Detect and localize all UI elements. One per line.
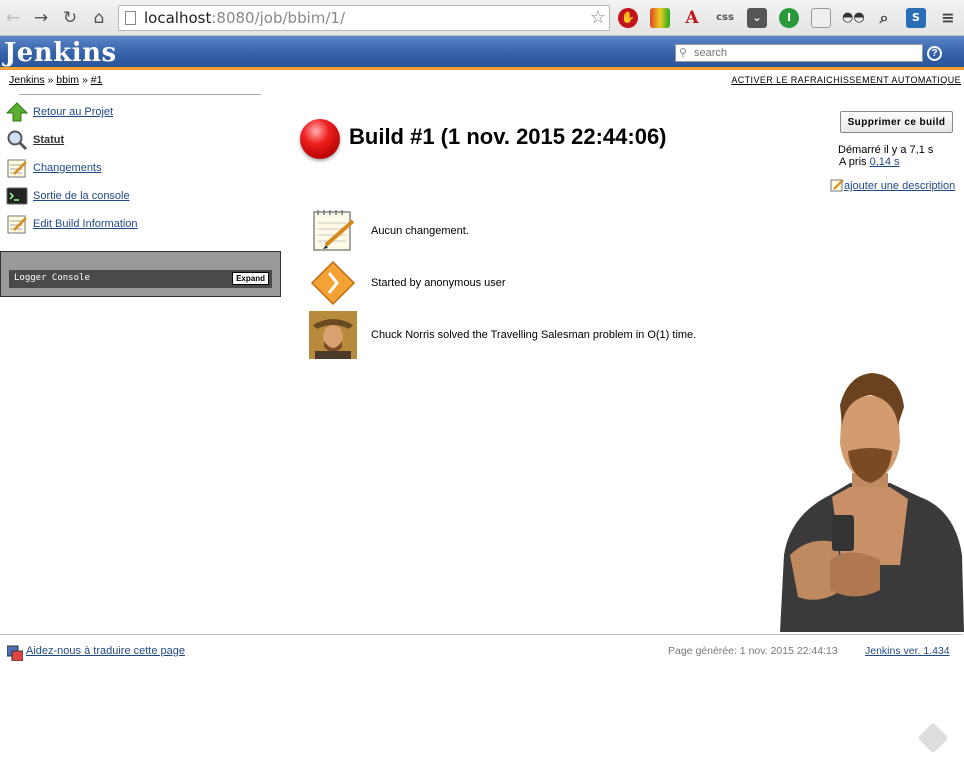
sidebar-item-label[interactable]: Changements bbox=[33, 162, 102, 174]
terminal-icon bbox=[6, 187, 28, 205]
toggle-extension-icon[interactable]: I bbox=[779, 8, 799, 28]
url-text[interactable]: localhost:8080/job/bbim/1/ bbox=[144, 9, 345, 27]
page-icon bbox=[125, 11, 136, 25]
sidebar-item-edit-build-info[interactable]: Edit Build Information bbox=[6, 213, 266, 237]
sidebar-item-label[interactable]: Statut bbox=[33, 134, 64, 146]
magnifier-icon bbox=[7, 130, 28, 151]
search-input[interactable] bbox=[694, 46, 919, 60]
color-extension-icon[interactable] bbox=[650, 8, 670, 28]
logger-console-panel: Logger Console Expand bbox=[0, 251, 281, 297]
add-description-link[interactable]: ajouter une description bbox=[844, 180, 955, 192]
notepad-icon bbox=[313, 210, 355, 251]
sidebar-item-label[interactable]: Sortie de la console bbox=[33, 190, 130, 202]
logger-console-title: Logger Console bbox=[14, 273, 90, 283]
logger-console-bar: Logger Console Expand bbox=[9, 270, 272, 288]
address-bar[interactable]: localhost:8080/job/bbim/1/ ☆ bbox=[118, 5, 610, 31]
expand-button[interactable]: Expand bbox=[232, 272, 269, 285]
chuck-portrait-icon bbox=[309, 311, 357, 359]
sidebar-item-changes[interactable]: Changements bbox=[6, 157, 266, 181]
sidebar-divider bbox=[19, 94, 261, 95]
translate-link-label[interactable]: Aidez-nous à traduire cette page bbox=[26, 645, 185, 657]
feed-icon bbox=[917, 722, 949, 754]
bookmark-star-icon[interactable]: ☆ bbox=[590, 7, 606, 28]
sidebar-item-label[interactable]: Retour au Projet bbox=[33, 106, 113, 118]
sidebar-item-console-output[interactable]: Sortie de la console bbox=[6, 185, 266, 209]
adblock-icon[interactable]: ✋ bbox=[618, 8, 638, 28]
notepad-icon bbox=[7, 159, 27, 178]
reload-icon[interactable]: ↻ bbox=[59, 7, 81, 29]
breadcrumb-build[interactable]: #1 bbox=[91, 74, 103, 86]
magnifier-extension-icon[interactable]: ⌕ bbox=[874, 8, 894, 28]
sidebar-item-status[interactable]: Statut bbox=[6, 129, 266, 153]
summary-text: Started by anonymous user bbox=[371, 277, 506, 289]
summary-text: Chuck Norris solved the Travelling Sales… bbox=[371, 329, 697, 341]
summary-item-chuck-fact: Chuck Norris solved the Travelling Sales… bbox=[309, 311, 809, 359]
help-icon[interactable]: ? bbox=[927, 46, 942, 61]
build-duration: A pris 0,14 s bbox=[839, 156, 900, 168]
cause-diamond-icon bbox=[310, 260, 356, 306]
search-box[interactable]: ⚲ bbox=[675, 44, 923, 62]
pocket-icon[interactable]: ⌄ bbox=[747, 8, 767, 28]
add-description[interactable]: ajouter une description bbox=[830, 178, 955, 192]
auto-refresh-link[interactable]: ACTIVER LE RAFRAICHISSEMENT AUTOMATIQUE bbox=[731, 75, 961, 85]
summary-item-cause: Started by anonymous user bbox=[309, 259, 809, 307]
forward-icon[interactable]: → bbox=[30, 7, 52, 29]
breadcrumb-separator: » bbox=[81, 74, 88, 86]
build-status-icon bbox=[300, 119, 340, 159]
page-generated-time: Page générée: 1 nov. 2015 22:44:13 bbox=[668, 645, 838, 657]
duration-link[interactable]: 0,14 s bbox=[870, 156, 900, 168]
up-arrow-icon bbox=[6, 102, 28, 122]
breadcrumb-jenkins[interactable]: Jenkins bbox=[9, 74, 45, 86]
translate-link[interactable]: Aidez-nous à traduire cette page bbox=[7, 645, 185, 661]
search-icon: ⚲ bbox=[679, 47, 688, 59]
build-started-time: Démarré il y a 7,1 s bbox=[838, 144, 934, 156]
delete-build-button[interactable]: Supprimer ce build bbox=[840, 111, 953, 133]
breadcrumb-separator: » bbox=[47, 74, 54, 86]
font-extension-icon[interactable]: A bbox=[682, 8, 702, 28]
translate-icon bbox=[7, 645, 23, 661]
glasses-icon[interactable]: ◓◓ bbox=[842, 8, 865, 28]
summary-text: Aucun changement. bbox=[371, 225, 469, 237]
breadcrumb-job[interactable]: bbim bbox=[56, 74, 79, 86]
css-extension-icon[interactable]: css bbox=[713, 8, 737, 28]
sidebar-item-back-to-project[interactable]: Retour au Projet bbox=[6, 101, 266, 125]
breadcrumb: Jenkins » bbim » #1 bbox=[9, 74, 102, 86]
browser-toolbar: ← → ↻ ⌂ localhost:8080/job/bbim/1/ ☆ ✋ A… bbox=[0, 0, 964, 36]
sidebar-item-label[interactable]: Edit Build Information bbox=[33, 218, 138, 230]
duration-label: A pris bbox=[839, 156, 867, 168]
back-icon[interactable]: ← bbox=[2, 7, 24, 29]
summary-item-changes: Aucun changement. bbox=[309, 207, 809, 255]
person-extension-icon[interactable] bbox=[811, 8, 831, 28]
footer-divider bbox=[0, 634, 962, 635]
jenkins-header: Jenkins ⚲ ? bbox=[0, 36, 964, 70]
notepad-icon bbox=[7, 215, 27, 234]
home-icon[interactable]: ⌂ bbox=[88, 7, 110, 29]
s-extension-icon[interactable]: S bbox=[906, 8, 926, 28]
page-title: Build #1 (1 nov. 2015 22:44:06) bbox=[349, 124, 667, 149]
jenkins-logo[interactable]: Jenkins bbox=[4, 38, 117, 68]
jenkins-version-link[interactable]: Jenkins ver. 1.434 bbox=[865, 645, 950, 657]
edit-icon bbox=[830, 179, 844, 192]
menu-icon[interactable]: ≡ bbox=[938, 8, 958, 28]
chuck-norris-figure bbox=[780, 373, 964, 632]
